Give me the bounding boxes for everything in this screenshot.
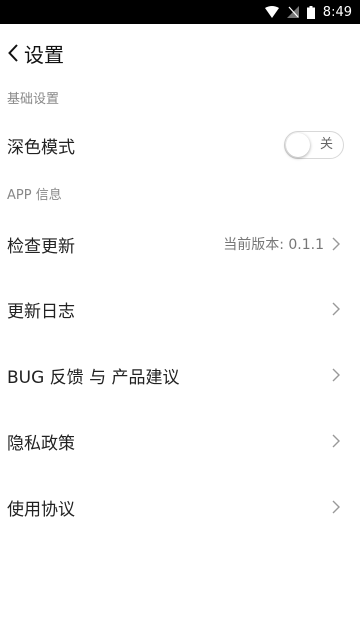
status-bar: 8:49 <box>0 0 360 24</box>
page-title: 设置 <box>24 42 64 67</box>
back-arrow-icon <box>8 44 18 62</box>
privacy-label: 隐私政策 <box>7 433 75 454</box>
changelog-label: 更新日志 <box>7 301 75 322</box>
feedback-row[interactable]: BUG 反馈 与 产品建议 <box>0 342 360 408</box>
battery-icon <box>306 5 315 19</box>
changelog-row[interactable]: 更新日志 <box>0 276 360 342</box>
terms-label: 使用协议 <box>7 499 75 520</box>
feedback-label: BUG 反馈 与 产品建议 <box>7 367 180 388</box>
version-text: 当前版本: 0.1.1 <box>223 237 324 253</box>
chevron-right-icon <box>332 433 342 449</box>
chevron-right-icon <box>332 367 342 383</box>
toggle-knob <box>286 133 310 157</box>
section-label-app-info: APP 信息 <box>7 188 62 203</box>
back-button[interactable] <box>4 39 22 67</box>
check-update-label: 检查更新 <box>7 236 75 257</box>
no-signal-icon <box>286 6 299 18</box>
dark-mode-label: 深色模式 <box>7 137 75 158</box>
dark-mode-row: 深色模式 关 <box>0 116 360 174</box>
section-label-basic: 基础设置 <box>7 92 60 107</box>
wifi-icon <box>264 6 279 18</box>
dark-mode-toggle[interactable]: 关 <box>284 131 344 159</box>
check-update-row[interactable]: 检查更新 当前版本: 0.1.1 <box>0 212 360 276</box>
header: 设置 <box>0 24 360 82</box>
terms-row[interactable]: 使用协议 <box>0 474 360 540</box>
status-time: 8:49 <box>322 4 352 20</box>
toggle-state-text: 关 <box>319 137 333 152</box>
privacy-row[interactable]: 隐私政策 <box>0 408 360 474</box>
chevron-right-icon <box>332 301 342 317</box>
chevron-right-icon <box>332 236 342 252</box>
chevron-right-icon <box>332 499 342 515</box>
